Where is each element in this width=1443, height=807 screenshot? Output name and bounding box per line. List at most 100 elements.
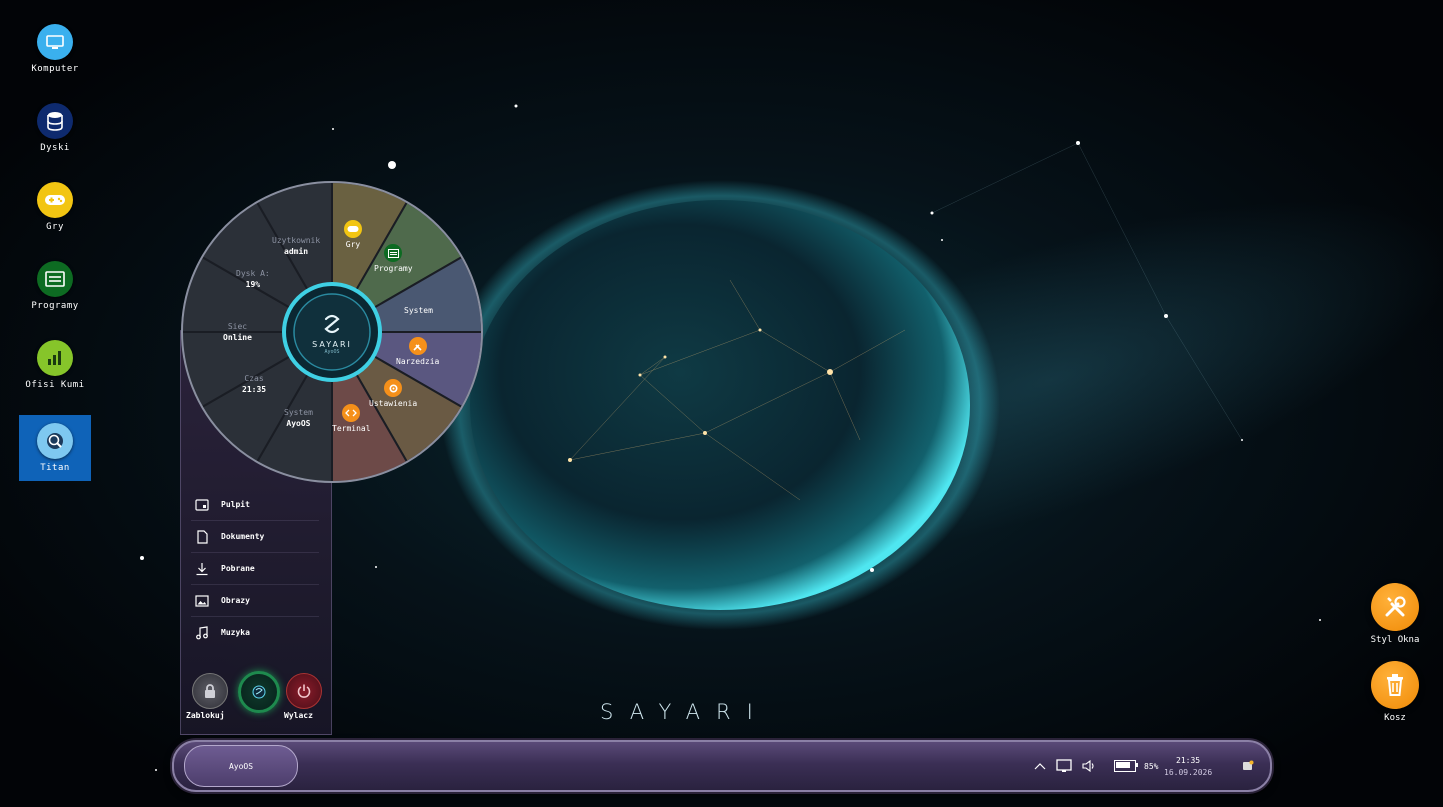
folder-item-obrazy[interactable]: Obrazy [191,585,319,617]
folder-item-muzyka[interactable]: Muzyka [191,617,319,648]
info-wedge-user: Uzytkownik admin [272,236,320,256]
app-wedge-ustawienia[interactable]: Ustawienia [369,379,417,408]
code-icon [342,404,361,422]
folder-list: Pulpit Dokumenty Pobrane Obrazy Muzyka [191,489,319,648]
info-wedge-label: Czas [244,374,264,383]
database-icon [37,103,73,139]
clock-time: 21:35 [1176,755,1201,765]
sayari-center-logo[interactable]: SAYARI AyoOS [282,282,382,382]
desktop-icon-label: Styl Okna [1370,635,1420,645]
folder-item-label: Pobrane [221,564,255,573]
lock-icon [205,684,215,698]
gamepad-icon [344,220,362,238]
gear-icon [384,379,403,397]
desktop-icon-label: Gry [46,222,64,232]
system-tray: 85% [1034,742,1158,790]
app-wedge-label: Programy [374,264,413,273]
tools-icon [1371,583,1419,631]
start-button[interactable]: AyoOS [184,745,298,787]
program-list-icon [37,261,73,297]
desktop-icon-komputer[interactable]: Komputer [19,24,91,74]
network-icon[interactable] [1056,759,1072,773]
folder-item-dokumenty[interactable]: Dokumenty [191,521,319,553]
desktop-icon-label: Programy [31,301,79,311]
app-wedge-label: System [404,306,433,315]
notification-button[interactable] [1242,742,1254,790]
clock[interactable]: 21:35 16.09.2026 [1164,742,1212,790]
shutdown-button[interactable] [286,673,322,709]
sayari-logo-button[interactable] [238,671,280,713]
computer-icon [37,24,73,60]
office-icon [37,340,73,376]
wallpaper-brand-text: SAYARI [600,700,769,724]
folder-item-label: Pulpit [221,500,250,509]
folder-item-pobrane[interactable]: Pobrane [191,553,319,585]
app-wedge-terminal[interactable]: Terminal [332,404,371,433]
desktop-icon-gry[interactable]: Gry [19,182,91,232]
app-wedge-programy[interactable]: Programy [374,244,413,273]
desktop-icon-dyski[interactable]: Dyski [19,103,91,153]
desktop-icon-label: Ofisi Kumi [25,380,85,390]
document-icon [197,529,208,544]
desktop-icon-programy[interactable]: Programy [19,261,91,311]
info-wedge-value: 21:35 [242,385,267,394]
info-wedge-label: Siec [227,322,248,331]
sayari-logo-icon [252,685,266,699]
desktop-icon-label: Komputer [31,64,79,74]
tools-icon [408,337,427,355]
battery-icon[interactable] [1114,760,1138,772]
info-wedge-label: Uzytkownik [272,236,321,245]
info-wedge-value: AyoOS [286,419,311,428]
chevron-up-icon[interactable] [1034,762,1046,770]
app-wedge-label: Terminal [332,424,371,433]
app-wedge-narzedzia[interactable]: Narzedzia [396,337,439,366]
info-wedge-system: System AyoOS [284,408,313,428]
start-button-label: AyoOS [228,761,254,771]
desktop-icon-styl-okna[interactable]: Styl Okna [1362,583,1428,645]
center-subtitle: AyoOS [324,348,340,355]
folder-item-pulpit[interactable]: Pulpit [191,489,319,521]
battery-percent: 85% [1144,761,1159,771]
folder-item-label: Obrazy [221,596,250,605]
app-wedge-label: Narzedzia [396,357,440,366]
app-wedge-gry[interactable]: Gry [344,220,362,249]
desktop-icon-label: Dyski [40,143,70,153]
app-wedge-label: Gry [345,240,361,249]
power-row: Zablokuj Wylacz [181,671,331,723]
desktop-icon-label: Titan [40,463,70,473]
info-wedge-value: 19% [245,280,261,289]
center-title: SAYARI [312,339,352,349]
program-list-icon [384,244,403,262]
info-wedge-label: Dysk A: [236,269,270,278]
image-icon [195,594,209,607]
taskbar: AyoOS 85% 21:35 16.09.2026 [172,740,1272,792]
app-wedge-label: Ustawienia [369,399,418,408]
info-wedge-network: Siec Online [223,322,252,342]
desktop-icon [195,498,209,511]
lock-button[interactable] [192,673,228,709]
trash-icon [1371,661,1419,709]
clock-date: 16.09.2026 [1164,767,1213,777]
desktop-icon-titan[interactable]: Titan [19,415,91,481]
gamepad-icon [37,182,73,218]
folder-item-label: Dokumenty [221,532,265,541]
titan-icon [37,423,73,459]
info-wedge-value: admin [284,247,309,256]
info-wedge-label: System [284,408,313,417]
folder-item-label: Muzyka [221,628,250,637]
power-icon [297,684,311,698]
radial-start-menu: SAYARI AyoOS Uzytkownik admin Dysk A: 19… [180,180,484,484]
desktop-icon-kosz[interactable]: Kosz [1362,661,1428,723]
battery-fill [1116,762,1130,768]
volume-icon[interactable] [1082,760,1096,772]
desktop-icon-label: Kosz [1384,713,1406,723]
info-wedge-disk: Dysk A: 19% [236,269,270,289]
music-icon [196,625,208,639]
lock-label: Zablokuj [186,711,225,720]
desktop-icon-ofisi-kumi[interactable]: Ofisi Kumi [19,340,91,390]
info-wedge-value: Online [223,333,252,342]
shutdown-label: Wylacz [284,711,313,720]
app-wedge-system[interactable]: System [404,306,433,315]
download-icon [196,562,208,575]
info-wedge-time: Czas 21:35 [242,374,266,394]
